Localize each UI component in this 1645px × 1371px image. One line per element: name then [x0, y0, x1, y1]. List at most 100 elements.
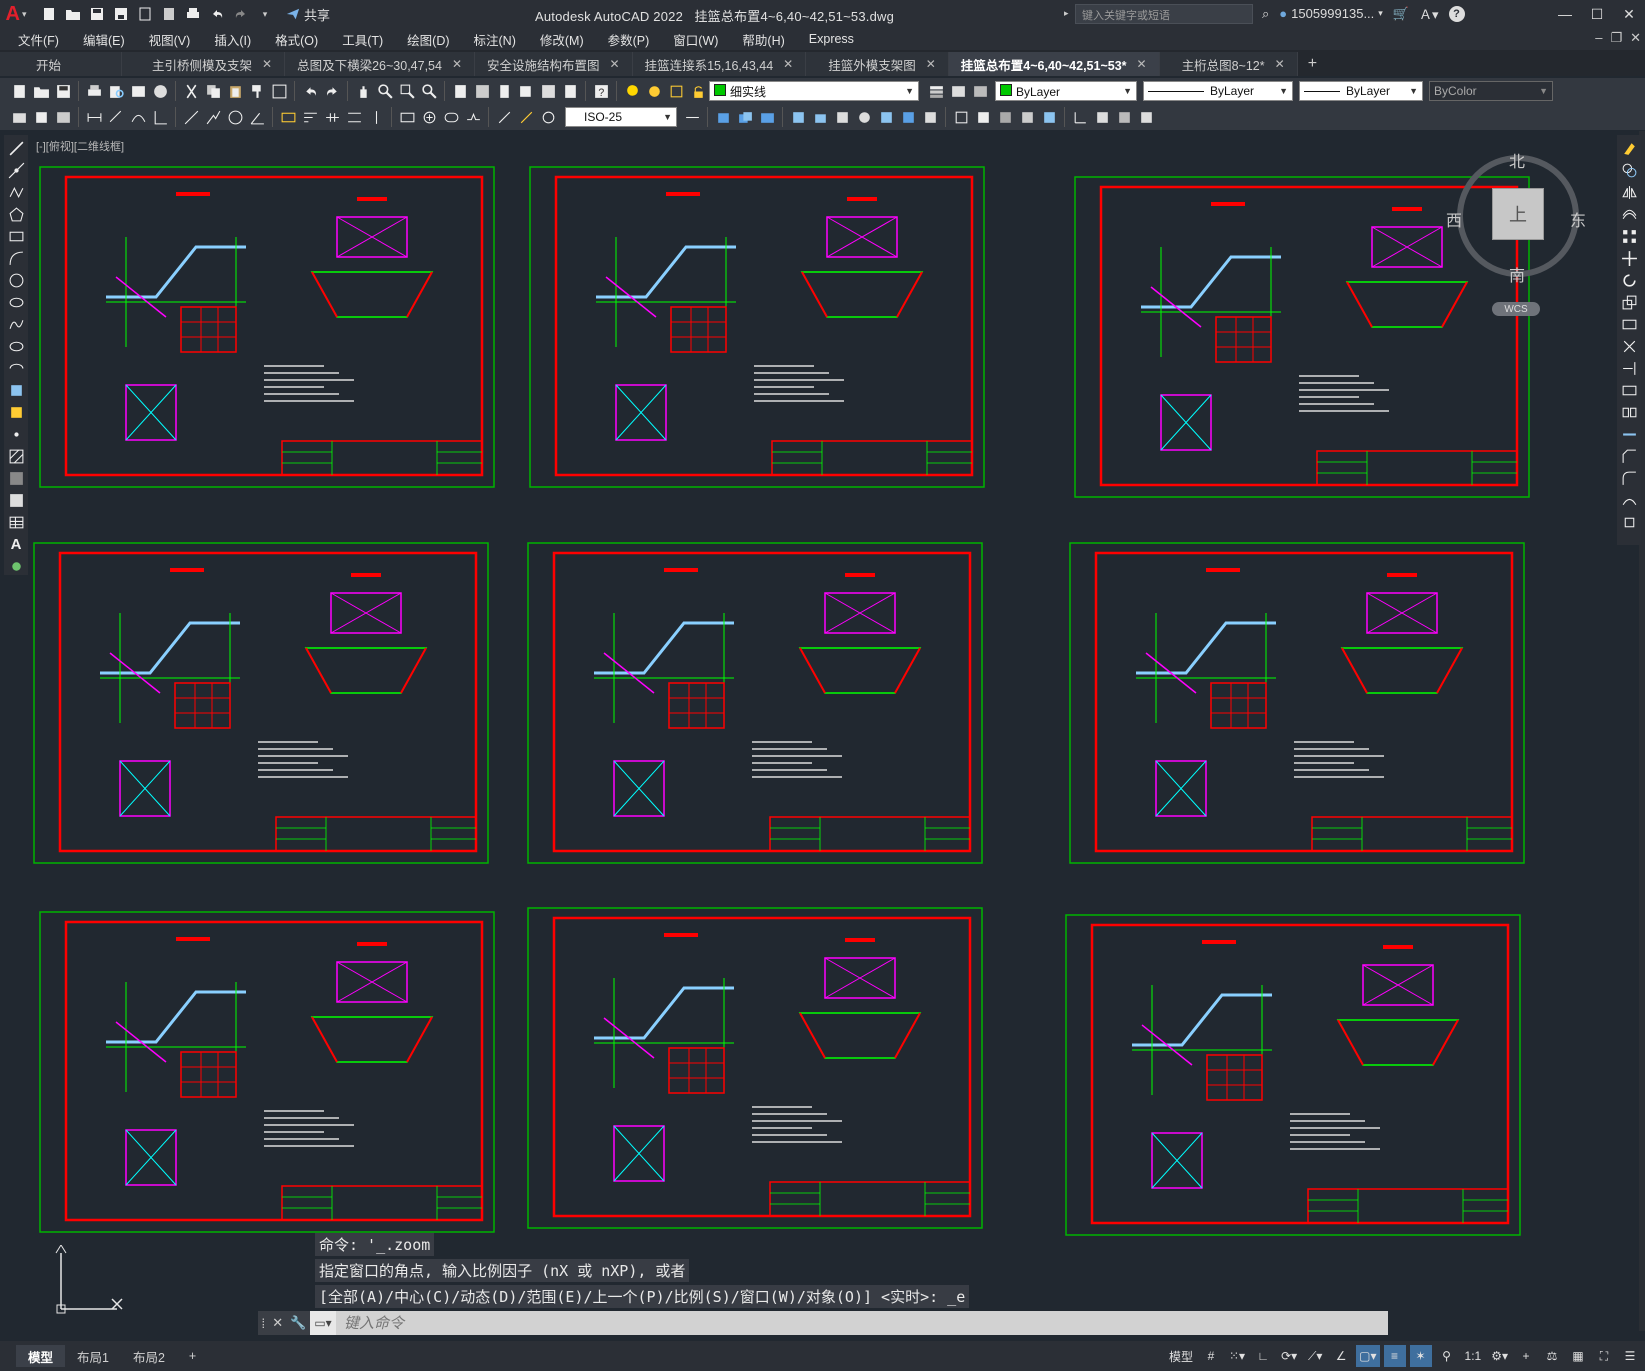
erase-icon[interactable]	[1619, 139, 1639, 157]
properties-icon[interactable]	[449, 80, 471, 102]
block-icon[interactable]	[30, 106, 52, 128]
maximize-button[interactable]: ☐	[1581, 0, 1613, 28]
menu-modify[interactable]: 修改(M)	[540, 30, 598, 49]
zoom-realtime-icon[interactable]	[374, 80, 396, 102]
viewcube-top-face[interactable]: 上	[1492, 188, 1544, 240]
sheet-set-icon[interactable]	[515, 80, 537, 102]
baseline-dimension-icon[interactable]	[299, 106, 321, 128]
user-button[interactable]: ● 1505999135... ▾	[1279, 6, 1383, 21]
new-tab-button[interactable]: +	[1298, 52, 1327, 76]
quick-dimension-icon[interactable]	[277, 106, 299, 128]
layout-tab-layout2[interactable]: 布局2	[121, 1345, 177, 1367]
customization-icon[interactable]: ☰	[1619, 1345, 1641, 1367]
offset-icon[interactable]	[1619, 205, 1639, 223]
workspace-gear-icon[interactable]: ⚙▾	[1488, 1345, 1511, 1367]
autodesk-app-icon[interactable]: Ａ▾	[1419, 4, 1439, 23]
autocad-logo-icon[interactable]: A ▾	[0, 0, 32, 28]
line-icon[interactable]	[6, 139, 26, 157]
copy-object-icon[interactable]	[1619, 161, 1639, 179]
redo-icon[interactable]	[321, 80, 343, 102]
new-icon[interactable]	[8, 80, 30, 102]
aligned-dimension-icon[interactable]	[105, 106, 127, 128]
ortho-icon[interactable]: ∟	[1252, 1345, 1274, 1367]
point-icon[interactable]	[6, 425, 26, 443]
layer-lock-icon[interactable]	[687, 80, 709, 102]
layout-tab-model[interactable]: 模型	[16, 1345, 66, 1367]
quickcalc-icon[interactable]	[559, 80, 581, 102]
layer-state-icon[interactable]	[52, 106, 74, 128]
dimension-space-icon[interactable]	[343, 106, 365, 128]
workspace-icon[interactable]	[8, 106, 30, 128]
circle-icon[interactable]	[6, 271, 26, 289]
doc-close-button[interactable]: ✕	[1630, 30, 1641, 46]
polyline-icon[interactable]	[6, 183, 26, 201]
close-tab-icon[interactable]: ✕	[262, 57, 272, 71]
tab-start[interactable]: 开始	[0, 52, 123, 76]
hatch-icon[interactable]	[6, 447, 26, 465]
visual-style-wireframe-icon[interactable]	[950, 106, 972, 128]
drag-handle-icon[interactable]: ⁞	[262, 1316, 266, 1331]
array-icon[interactable]	[1619, 227, 1639, 245]
search-input[interactable]: 键入关键字或短语	[1075, 4, 1253, 24]
design-center-icon[interactable]	[471, 80, 493, 102]
cart-icon[interactable]: 🛒	[1393, 6, 1409, 22]
quick-properties-icon[interactable]: ▦	[1567, 1345, 1589, 1367]
break-at-point-icon[interactable]	[1619, 381, 1639, 399]
customize-qat-icon[interactable]: ▾	[256, 5, 274, 23]
tolerance-icon[interactable]	[396, 106, 418, 128]
markup-icon[interactable]	[537, 80, 559, 102]
continue-dimension-icon[interactable]	[321, 106, 343, 128]
gradient-icon[interactable]	[6, 469, 26, 487]
slice-icon[interactable]	[897, 106, 919, 128]
units-icon[interactable]: ⚖	[1541, 1345, 1563, 1367]
dimension-style-icon[interactable]	[681, 106, 703, 128]
trim-icon[interactable]	[1619, 337, 1639, 355]
viewcube[interactable]: 北 西 东 南 上 WCS	[1446, 150, 1586, 325]
close-button[interactable]: ✕	[1613, 0, 1645, 28]
redo-icon[interactable]	[232, 5, 250, 23]
center-mark-icon[interactable]	[418, 106, 440, 128]
layer-thaw-icon[interactable]	[643, 80, 665, 102]
object-snap-tracking-icon[interactable]: ∠	[1330, 1345, 1352, 1367]
wcs-menu[interactable]: WCS	[1492, 302, 1540, 316]
snap-icon[interactable]: ⁙▾	[1226, 1345, 1248, 1367]
dimstyle-dropdown[interactable]: ISO-25 ▼	[565, 107, 677, 127]
viewcube-east[interactable]: 东	[1570, 207, 1586, 231]
viewcube-west[interactable]: 西	[1446, 207, 1462, 231]
region-icon[interactable]	[6, 491, 26, 509]
object-snap-icon[interactable]: ▢▾	[1356, 1345, 1380, 1367]
ordinate-dimension-icon[interactable]	[149, 106, 171, 128]
inspection-icon[interactable]	[440, 106, 462, 128]
ucs-object-icon[interactable]	[1135, 106, 1157, 128]
share-button[interactable]: 共享	[286, 5, 330, 24]
isometric-icon[interactable]: ⟋▾	[1304, 1345, 1326, 1367]
save-icon[interactable]	[52, 80, 74, 102]
doc-restore-button[interactable]: ❐	[1610, 30, 1622, 46]
menu-view[interactable]: 视图(V)	[149, 30, 205, 49]
table-icon[interactable]	[6, 513, 26, 531]
new-icon[interactable]	[40, 5, 58, 23]
visual-style-realistic-icon[interactable]	[994, 106, 1016, 128]
make-current-layer-icon[interactable]	[947, 80, 969, 102]
copy-icon[interactable]	[202, 80, 224, 102]
menu-express[interactable]: Express	[809, 32, 868, 46]
radius-dimension-icon[interactable]	[180, 106, 202, 128]
scale-icon[interactable]	[1619, 293, 1639, 311]
layer-previous-icon[interactable]	[969, 80, 991, 102]
command-input[interactable]	[336, 1312, 1388, 1334]
chamfer-icon[interactable]	[1619, 447, 1639, 465]
block-editor-icon[interactable]	[268, 80, 290, 102]
search-expand-icon[interactable]: ▸	[1064, 8, 1069, 19]
jogged-dimension-icon[interactable]	[202, 106, 224, 128]
dimension-update-icon[interactable]	[537, 106, 559, 128]
menu-file[interactable]: 文件(F)	[18, 30, 73, 49]
layer-dropdown[interactable]: 细实线 ▼	[709, 81, 919, 101]
extrude-icon[interactable]	[787, 106, 809, 128]
publish-icon[interactable]	[127, 80, 149, 102]
ellipse-icon[interactable]	[6, 337, 26, 355]
multiline-text-icon[interactable]: A	[6, 535, 26, 553]
open-icon[interactable]	[30, 80, 52, 102]
viewcube-south[interactable]: 南	[1509, 262, 1525, 286]
model-space-button[interactable]: 模型	[1166, 1345, 1196, 1367]
tab-drawing[interactable]: 总图及下横梁26~30,47,54 ✕	[285, 52, 476, 76]
